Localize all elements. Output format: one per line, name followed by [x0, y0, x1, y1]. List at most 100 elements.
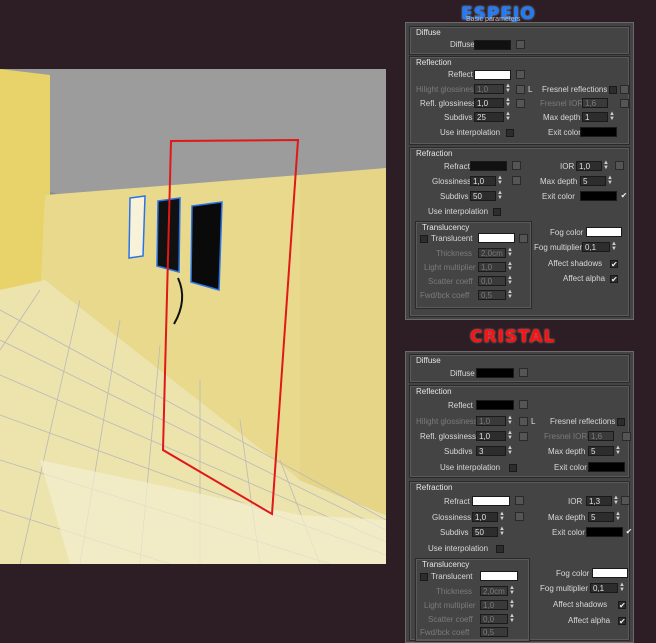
c-refr-exit-color-checkbox[interactable]: ✔	[625, 528, 633, 536]
c-refr-use-interpolation-checkbox[interactable]	[496, 545, 504, 553]
hilight-glossiness-arrows[interactable]: ▲ ▼	[505, 83, 511, 94]
c-ior-map-button[interactable]	[621, 496, 630, 505]
translucent-checkbox[interactable]	[420, 235, 428, 243]
refl-glossiness-spinner[interactable]: 1,0	[474, 98, 504, 108]
ior-arrows[interactable]: ▲ ▼	[603, 160, 609, 171]
c-hilight-glossiness-arrows[interactable]: ▲ ▼	[507, 415, 513, 426]
use-interpolation-checkbox[interactable]	[506, 129, 514, 137]
c-refract-map-button[interactable]	[515, 496, 524, 505]
light-multiplier-arrows[interactable]: ▲ ▼	[507, 261, 513, 272]
fwd-bck-coeff-arrows[interactable]: ▲ ▼	[507, 289, 513, 300]
refr-use-interpolation-checkbox[interactable]	[493, 208, 501, 216]
refract-map-button[interactable]	[512, 161, 521, 170]
c-thickness-spinner[interactable]: 2,0cm	[480, 586, 508, 596]
scatter-coeff-spinner[interactable]: 0,0	[478, 276, 506, 286]
thickness-spinner[interactable]: 2,0cm	[478, 248, 506, 258]
c-affect-alpha-checkbox[interactable]: ✔	[618, 617, 626, 626]
ior-map-button[interactable]	[615, 161, 624, 170]
light-multiplier-spinner[interactable]: 1,0	[478, 262, 506, 272]
c-refr-max-depth-arrows[interactable]: ▲ ▼	[615, 511, 621, 522]
hilight-glossiness-map-button[interactable]	[516, 85, 525, 94]
affect-alpha-checkbox[interactable]: ✔	[610, 275, 618, 284]
c-fresnel-ior-spinner[interactable]: 1,6	[588, 431, 614, 441]
max-depth-spinner[interactable]: 1	[582, 112, 608, 122]
c-hilight-lock-button[interactable]: L	[531, 417, 535, 426]
c-refl-glossiness-arrows[interactable]: ▲ ▼	[507, 430, 513, 441]
affect-shadows-checkbox[interactable]: ✔	[610, 260, 618, 269]
c-fresnel-ior-map-button[interactable]	[622, 432, 631, 441]
refr-exit-color-swatch[interactable]	[580, 191, 617, 201]
glossiness-arrows[interactable]: ▲ ▼	[497, 175, 503, 186]
c-refr-subdivs-spinner[interactable]: 50	[472, 527, 498, 537]
c-fresnel-reflections-checkbox[interactable]	[617, 418, 625, 426]
c-fog-multiplier-spinner[interactable]: 0,1	[590, 583, 618, 593]
c-affect-shadows-checkbox[interactable]: ✔	[618, 601, 626, 610]
c-light-multiplier-arrows[interactable]: ▲ ▼	[509, 599, 515, 610]
c-diffuse-map-button[interactable]	[519, 368, 528, 377]
fwd-bck-coeff-spinner[interactable]: 0,5	[478, 290, 506, 300]
hilight-lock-button[interactable]: L	[528, 85, 532, 94]
hilight-glossiness-spinner[interactable]: 1,0	[474, 84, 504, 94]
c-diffuse-color-swatch[interactable]	[476, 368, 514, 378]
fog-multiplier-spinner[interactable]: 0,1	[582, 242, 610, 252]
c-reflect-map-button[interactable]	[519, 400, 528, 409]
glossiness-map-button[interactable]	[512, 176, 521, 185]
fresnel-reflections-checkbox[interactable]	[609, 86, 617, 94]
subdivs-arrows[interactable]: ▲ ▼	[505, 111, 511, 122]
refr-max-depth-spinner[interactable]: 5	[580, 176, 606, 186]
c-fog-color-swatch[interactable]	[592, 568, 628, 578]
refl-glossiness-arrows[interactable]: ▲ ▼	[505, 97, 511, 108]
fresnel-ior-map-button[interactable]	[620, 99, 629, 108]
c-hilight-glossiness-map-button[interactable]	[519, 417, 528, 426]
refr-subdivs-arrows[interactable]: ▲ ▼	[497, 190, 503, 201]
refract-color-swatch[interactable]	[470, 161, 507, 171]
reflect-color-swatch[interactable]	[474, 70, 511, 80]
scatter-coeff-arrows[interactable]: ▲ ▼	[507, 275, 513, 286]
refr-subdivs-spinner[interactable]: 50	[470, 191, 496, 201]
c-refl-glossiness-map-button[interactable]	[519, 432, 528, 441]
c-refr-exit-color-swatch[interactable]	[586, 527, 623, 537]
c-use-interpolation-checkbox[interactable]	[509, 464, 517, 472]
refl-glossiness-map-button[interactable]	[516, 99, 525, 108]
c-reflect-color-swatch[interactable]	[476, 400, 514, 410]
c-fog-multiplier-arrows[interactable]: ▲ ▼	[619, 582, 625, 593]
c-scatter-coeff-spinner[interactable]: 0,0	[480, 614, 508, 624]
translucent-map-button[interactable]	[519, 234, 528, 243]
c-ior-arrows[interactable]: ▲ ▼	[613, 495, 619, 506]
fresnel-ior-spinner[interactable]: 1,6	[582, 98, 608, 108]
c-fwd-bck-coeff-spinner[interactable]: 0,5	[480, 627, 508, 637]
glossiness-spinner[interactable]: 1,0	[470, 176, 496, 186]
c-refr-max-depth-spinner[interactable]: 5	[588, 512, 614, 522]
c-ior-spinner[interactable]: 1,3	[586, 496, 612, 506]
c-max-depth-spinner[interactable]: 5	[588, 446, 614, 456]
c-translucent-color-swatch[interactable]	[480, 571, 518, 581]
c-light-multiplier-spinner[interactable]: 1,0	[480, 600, 508, 610]
c-max-depth-arrows[interactable]: ▲ ▼	[615, 445, 621, 456]
c-glossiness-map-button[interactable]	[515, 512, 524, 521]
diffuse-color-swatch[interactable]	[474, 40, 511, 50]
thickness-arrows[interactable]: ▲ ▼	[507, 247, 513, 258]
c-glossiness-spinner[interactable]: 1,0	[472, 512, 498, 522]
c-exit-color-swatch[interactable]	[588, 462, 625, 472]
c-hilight-glossiness-spinner[interactable]: 1,0	[476, 416, 506, 426]
translucent-color-swatch[interactable]	[478, 233, 515, 243]
fog-color-swatch[interactable]	[586, 227, 622, 237]
c-thickness-arrows[interactable]: ▲ ▼	[509, 585, 515, 596]
c-translucent-checkbox[interactable]	[420, 573, 428, 581]
c-refract-color-swatch[interactable]	[472, 496, 510, 506]
ior-spinner[interactable]: 1,0	[576, 161, 602, 171]
exit-color-swatch[interactable]	[580, 127, 617, 137]
c-subdivs-arrows[interactable]: ▲ ▼	[507, 445, 513, 456]
fog-multiplier-arrows[interactable]: ▲ ▼	[611, 241, 617, 252]
max-depth-arrows[interactable]: ▲ ▼	[609, 111, 615, 122]
c-subdivs-spinner[interactable]: 3	[476, 446, 506, 456]
c-glossiness-arrows[interactable]: ▲ ▼	[499, 511, 505, 522]
refr-max-depth-arrows[interactable]: ▲ ▼	[607, 175, 613, 186]
c-refl-glossiness-spinner[interactable]: 1,0	[476, 431, 506, 441]
refr-exit-color-checkbox[interactable]: ✔	[620, 192, 628, 200]
c-refr-subdivs-arrows[interactable]: ▲ ▼	[499, 526, 505, 537]
reflect-map-button[interactable]	[516, 70, 525, 79]
c-scatter-coeff-arrows[interactable]: ▲ ▼	[509, 613, 515, 624]
diffuse-map-button[interactable]	[516, 40, 525, 49]
subdivs-spinner[interactable]: 25	[474, 112, 504, 122]
